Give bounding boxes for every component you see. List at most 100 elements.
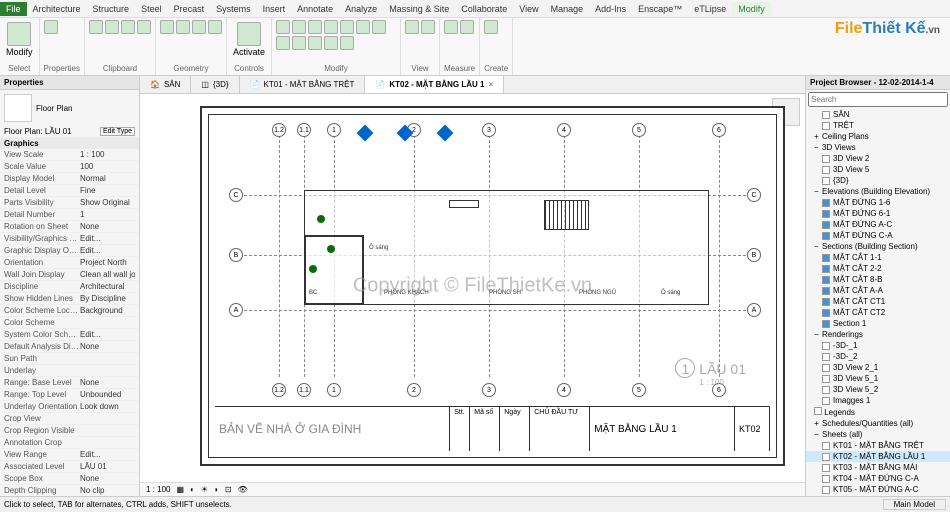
property-row[interactable]: Range: Top LevelUnbounded [0, 389, 139, 401]
tree-section[interactable]: +Schedules/Quantities (all) [806, 418, 950, 429]
property-row[interactable]: Visibility/Graphics Over...Edit... [0, 233, 139, 245]
tree-item[interactable]: KT04 - MẶT ĐỨNG C-A [806, 473, 950, 484]
tree-section[interactable]: −3D Views [806, 142, 950, 153]
tab-etlipse[interactable]: eTLipse [688, 2, 732, 16]
property-row[interactable]: System Color SchemesEdit... [0, 329, 139, 341]
property-row[interactable]: View RangeEdit... [0, 449, 139, 461]
tree-item[interactable]: MẶT CẮT 2-2 [806, 263, 950, 274]
tree-section[interactable]: −Renderings [806, 329, 950, 340]
tree-item[interactable]: KT06 - MẶT ĐỨNG 6-1 [806, 495, 950, 496]
pin-icon[interactable] [324, 36, 338, 50]
property-row[interactable]: Crop Region Visible [0, 425, 139, 437]
tree-item[interactable]: MẶT CẮT CT1 [806, 296, 950, 307]
property-row[interactable]: Annotation Crop [0, 437, 139, 449]
tree-item[interactable]: MẶT ĐỨNG 1-6 [806, 197, 950, 208]
tab-file[interactable]: File [0, 2, 27, 16]
array-icon[interactable] [292, 36, 306, 50]
tree-item[interactable]: MẶT ĐỨNG 6-1 [806, 208, 950, 219]
tree-section[interactable]: −Sheets (all) [806, 429, 950, 440]
doc-tab-1[interactable]: ◫{3D} [191, 76, 239, 93]
family-name[interactable]: Floor Plan [36, 104, 72, 113]
edit-type-button[interactable]: Edit Type [100, 127, 135, 136]
doc-tab-3[interactable]: 📄KT02 - MẶT BẰNG LẦU 1× [365, 76, 504, 93]
move-icon[interactable] [324, 20, 338, 34]
tab-steel[interactable]: Steel [135, 2, 168, 16]
trim-icon[interactable] [372, 20, 386, 34]
property-row[interactable]: Scope BoxNone [0, 473, 139, 485]
tree-item[interactable]: KT03 - MẶT BẰNG MÁI [806, 462, 950, 473]
override-icon[interactable] [421, 20, 435, 34]
join-icon[interactable] [192, 20, 206, 34]
cut-geom-icon[interactable] [176, 20, 190, 34]
tab-modify[interactable]: Modify [732, 2, 771, 16]
property-row[interactable]: Associated LevelLẦU 01 [0, 461, 139, 473]
tab-enscape[interactable]: Enscape™ [632, 2, 688, 16]
property-row[interactable]: Graphic Display OptionsEdit... [0, 245, 139, 257]
doc-tab-0[interactable]: 🏠SÂN [140, 76, 191, 93]
dimension-icon[interactable] [460, 20, 474, 34]
tree-item[interactable]: -3D-_1 [806, 340, 950, 351]
tree-item[interactable]: KT05 - MẶT ĐỨNG A-C [806, 484, 950, 495]
tab-precast[interactable]: Precast [168, 2, 211, 16]
paste-icon[interactable] [89, 20, 103, 34]
tree-section[interactable]: −Elevations (Building Elevation) [806, 186, 950, 197]
match-icon[interactable] [137, 20, 151, 34]
tab-addins[interactable]: Add-Ins [589, 2, 632, 16]
property-row[interactable]: View Scale1 : 100 [0, 149, 139, 161]
tree-item[interactable]: SÂN [806, 109, 950, 120]
tab-structure[interactable]: Structure [87, 2, 136, 16]
tree-item[interactable]: MẶT ĐỨNG C-A [806, 230, 950, 241]
tree-section[interactable]: −Sections (Building Section) [806, 241, 950, 252]
modify-button[interactable]: Modify [4, 20, 35, 59]
sun-icon[interactable]: ☀ [201, 485, 208, 494]
property-row[interactable]: Wall Join DisplayClean all wall joins [0, 269, 139, 281]
cope-icon[interactable] [160, 20, 174, 34]
copy-icon[interactable] [121, 20, 135, 34]
property-row[interactable]: Sun Path [0, 353, 139, 365]
tree-item[interactable]: 3D View 5_2 [806, 384, 950, 395]
property-row[interactable]: Rotation on SheetNone [0, 221, 139, 233]
property-row[interactable]: Depth ClippingNo clip [0, 485, 139, 496]
tab-architecture[interactable]: Architecture [27, 2, 87, 16]
cut-icon[interactable] [105, 20, 119, 34]
create-icon[interactable] [484, 20, 498, 34]
tree-item[interactable]: MẶT ĐỨNG A-C [806, 219, 950, 230]
tree-item[interactable]: 3D View 2_1 [806, 362, 950, 373]
properties-icon[interactable] [44, 20, 58, 34]
close-icon[interactable]: × [488, 80, 493, 89]
tree-item[interactable]: 3D View 5 [806, 164, 950, 175]
rotate-icon[interactable] [356, 20, 370, 34]
visual-style-icon[interactable]: ◐ [190, 485, 195, 494]
mirror-icon[interactable] [308, 20, 322, 34]
main-model-selector[interactable]: Main Model [883, 499, 946, 510]
tree-item[interactable]: MẶT CẮT A-A [806, 285, 950, 296]
scale-icon[interactable] [308, 36, 322, 50]
copy2-icon[interactable] [340, 20, 354, 34]
doc-tab-2[interactable]: 📄KT01 - MẶT BẰNG TRỆT [240, 76, 366, 93]
shadow-icon[interactable]: ◗ [214, 485, 219, 494]
tree-item[interactable]: KT01 - MẶT BẰNG TRỆT [806, 440, 950, 451]
tree-item[interactable]: 3D View 5_1 [806, 373, 950, 384]
property-row[interactable]: Color Scheme [0, 317, 139, 329]
property-row[interactable]: Parts VisibilityShow Original [0, 197, 139, 209]
align-icon[interactable] [276, 20, 290, 34]
property-row[interactable]: Detail Number1 [0, 209, 139, 221]
tree-item[interactable]: MẶT CẮT 8-B [806, 274, 950, 285]
split-icon[interactable] [208, 20, 222, 34]
property-row[interactable]: Show Hidden LinesBy Discipline [0, 293, 139, 305]
property-row[interactable]: Default Analysis Display ...None [0, 341, 139, 353]
hide-icon[interactable] [405, 20, 419, 34]
property-row[interactable]: Color Scheme LocationBackground [0, 305, 139, 317]
tree-item[interactable]: 3D View 2 [806, 153, 950, 164]
activate-button[interactable]: Activate [231, 20, 267, 59]
search-input[interactable] [808, 92, 948, 107]
crop-icon[interactable]: ⊡ [225, 485, 232, 494]
tree-item[interactable]: MẶT CẮT CT2 [806, 307, 950, 318]
property-row[interactable]: Display ModelNormal [0, 173, 139, 185]
tree-item[interactable]: -3D-_2 [806, 351, 950, 362]
delete-icon[interactable] [340, 36, 354, 50]
property-row[interactable]: Underlay OrientationLook down [0, 401, 139, 413]
tab-annotate[interactable]: Annotate [291, 2, 339, 16]
tree-section[interactable]: Legends [806, 406, 950, 418]
property-row[interactable]: Detail LevelFine [0, 185, 139, 197]
